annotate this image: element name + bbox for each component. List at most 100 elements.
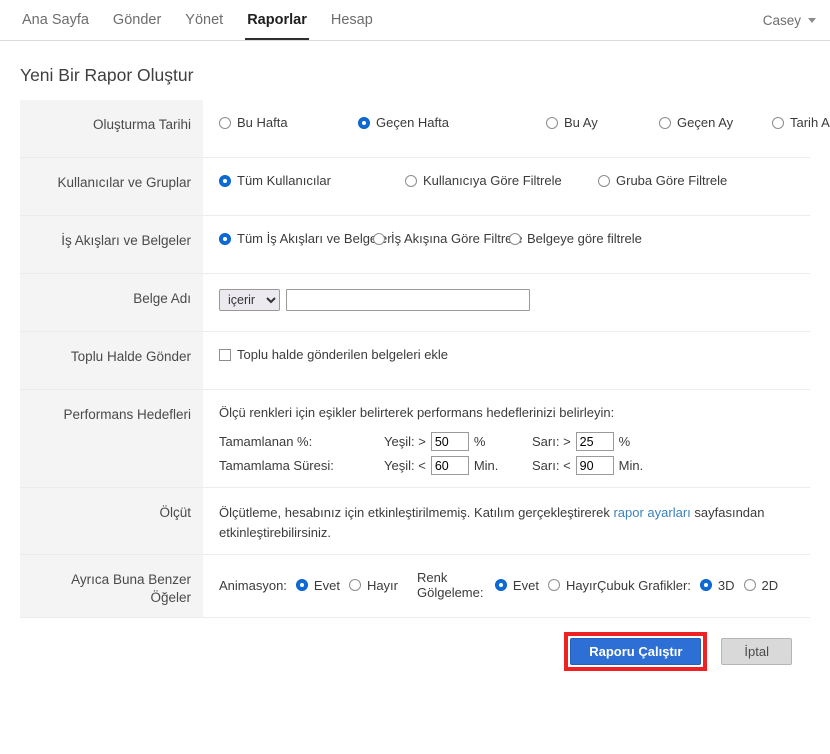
performance-yellow-threshold: Sarı: > % — [532, 432, 810, 451]
radio-icon-selected[interactable] — [219, 174, 231, 187]
radio-label: Geçen Hafta — [376, 115, 449, 130]
document-name-controls: içerir ile başlar ile biter eşittir — [219, 289, 810, 311]
radio-option-color-shading-hayir[interactable]: Hayır — [547, 577, 597, 593]
yellow-prefix-label: Sarı: < — [532, 458, 571, 473]
radio-option-bu-hafta[interactable]: Bu Hafta — [219, 115, 358, 130]
performance-green-threshold: Yeşil: < Min. — [384, 456, 532, 475]
row-label: Toplu Halde Gönder — [20, 332, 203, 389]
radio-label: Evet — [313, 577, 340, 593]
radio-group-workflows-documents: Tüm İş Akışları ve Belgeler İş Akışına G… — [219, 231, 810, 246]
radio-icon-selected[interactable] — [219, 232, 231, 245]
metric-description: Ölçütleme, hesabınız için etkinleştirilm… — [219, 503, 810, 542]
radio-icon-selected[interactable] — [358, 116, 370, 129]
radio-icon[interactable] — [546, 116, 558, 129]
similar-items-options: Animasyon: Evet Hayır Renk Gölgeleme: Ev… — [219, 570, 810, 600]
radio-icon[interactable] — [509, 232, 521, 245]
radio-label: İş Akışına Göre Filtrele — [391, 231, 523, 246]
radio-option-gecen-hafta[interactable]: Geçen Hafta — [358, 115, 546, 130]
form-row-performance-goals: Performans Hedefleri Ölçü renkleri için … — [20, 390, 810, 488]
cancel-button[interactable]: İptal — [721, 638, 792, 666]
radio-icon[interactable] — [348, 579, 361, 591]
nav-item-gonder[interactable]: Gönder — [101, 0, 173, 40]
nav-item-yonet[interactable]: Yönet — [173, 0, 235, 40]
yellow-threshold-input[interactable] — [575, 432, 614, 451]
performance-intro-text: Ölçü renkleri için eşikler belirterek pe… — [219, 405, 615, 420]
checkbox-option-bulk-send[interactable]: Toplu halde gönderilen belgeleri ekle — [219, 347, 448, 362]
radio-label: Geçen Ay — [677, 115, 734, 130]
run-report-button[interactable]: Raporu Çalıştır — [570, 638, 702, 666]
radio-option-bar-charts-3d[interactable]: 3D — [699, 578, 735, 593]
nav-item-hesap[interactable]: Hesap — [319, 0, 385, 40]
row-label: Performans Hedefleri — [20, 390, 203, 487]
radio-label: Tüm İş Akışları ve Belgeler — [237, 231, 392, 246]
nav-item-label: Yönet — [185, 12, 224, 28]
row-field: Tüm Kullanıcılar Kullanıcıya Göre Filtre… — [203, 158, 810, 215]
radio-icon[interactable] — [743, 579, 756, 591]
row-label: Ayrıca Buna Benzer Öğeler — [20, 555, 203, 618]
radio-label: Kullanıcıya Göre Filtrele — [423, 173, 562, 188]
radio-label: Tarih Aralığı — [790, 115, 830, 130]
nav-item-label: Raporlar — [247, 12, 307, 28]
radio-option-color-shading-evet[interactable]: Evet — [494, 577, 539, 593]
row-field: Tüm İş Akışları ve Belgeler İş Akışına G… — [203, 216, 810, 273]
row-field: içerir ile başlar ile biter eşittir — [203, 274, 810, 331]
form-row-bulk-send: Toplu Halde Gönder Toplu halde gönderile… — [20, 332, 810, 390]
nav-item-raporlar[interactable]: Raporlar — [235, 0, 319, 40]
radio-icon-selected[interactable] — [295, 579, 308, 591]
radio-option-belgeye-gore-filtrele[interactable]: Belgeye göre filtrele — [509, 231, 642, 246]
radio-option-gecen-ay[interactable]: Geçen Ay — [659, 115, 772, 130]
user-menu[interactable]: Casey — [763, 0, 830, 40]
green-threshold-input[interactable] — [430, 456, 469, 475]
radio-option-animation-hayir[interactable]: Hayır — [348, 577, 398, 593]
radio-label: Gruba Göre Filtrele — [616, 173, 728, 188]
performance-metric-label: Tamamlama Süresi: — [219, 458, 334, 473]
radio-label: Hayır — [366, 577, 398, 593]
radio-option-bu-ay[interactable]: Bu Ay — [546, 115, 659, 130]
radio-option-bar-charts-2d[interactable]: 2D — [743, 577, 779, 593]
radio-icon[interactable] — [219, 116, 231, 129]
radio-icon[interactable] — [772, 116, 784, 129]
radio-icon-selected[interactable] — [494, 579, 507, 591]
radio-label: Evet — [512, 577, 539, 593]
radio-option-gruba-gore-filtrele[interactable]: Gruba Göre Filtrele — [598, 173, 727, 188]
checkbox-icon[interactable] — [219, 348, 231, 361]
nav-item-label: Ana Sayfa — [22, 12, 89, 28]
document-name-operator-select[interactable]: içerir ile başlar ile biter eşittir — [219, 289, 280, 311]
radio-icon[interactable] — [659, 116, 671, 129]
radio-option-animation-evet[interactable]: Evet — [295, 577, 340, 593]
radio-icon[interactable] — [598, 174, 610, 187]
metric-text-before: Ölçütleme, hesabınız için etkinleştirilm… — [219, 505, 614, 520]
row-field: Ölçü renkleri için eşikler belirterek pe… — [203, 390, 810, 487]
document-name-input[interactable] — [286, 289, 530, 311]
radio-option-is-akisina-gore-filtrele[interactable]: İş Akışına Göre Filtrele — [373, 231, 523, 246]
row-field: Bu Hafta Geçen Hafta Bu Ay Geçen Ay Tari… — [203, 100, 830, 157]
report-form: Oluşturma Tarihi Bu Hafta Geçen Hafta Bu… — [20, 100, 830, 619]
radio-icon-selected[interactable] — [699, 579, 712, 591]
yellow-threshold-input[interactable] — [575, 456, 614, 475]
radio-option-tum-kullanicilar[interactable]: Tüm Kullanıcılar — [219, 173, 405, 188]
radio-icon[interactable] — [547, 579, 560, 591]
top-navigation-bar: Ana Sayfa Gönder Yönet Raporlar Hesap Ca… — [0, 0, 830, 41]
form-row-users-groups: Kullanıcılar ve Gruplar Tüm Kullanıcılar… — [20, 158, 810, 216]
performance-green-threshold: Yeşil: > % — [384, 432, 532, 451]
nav-item-label: Hesap — [330, 12, 373, 28]
row-label: Oluşturma Tarihi — [20, 100, 203, 157]
radio-label: 2D — [761, 577, 779, 593]
radio-group-users-groups: Tüm Kullanıcılar Kullanıcıya Göre Filtre… — [219, 173, 810, 188]
form-row-document-name: Belge Adı içerir ile başlar ile biter eş… — [20, 274, 810, 332]
row-label: Kullanıcılar ve Gruplar — [20, 158, 203, 215]
report-settings-link[interactable]: rapor ayarları — [613, 505, 690, 520]
nav-item-ana-sayfa[interactable]: Ana Sayfa — [10, 0, 101, 40]
green-threshold-input[interactable] — [430, 432, 469, 451]
radio-option-kullaniciya-gore-filtrele[interactable]: Kullanıcıya Göre Filtrele — [405, 173, 598, 188]
checkbox-label: Toplu halde gönderilen belgeleri ekle — [237, 347, 449, 362]
row-label: Ölçüt — [20, 488, 203, 554]
performance-metric-label: Tamamlanan %: — [219, 434, 313, 449]
radio-label: Hayır — [565, 577, 597, 593]
radio-option-tum-is-akislari-ve-belgeler[interactable]: Tüm İş Akışları ve Belgeler — [219, 231, 392, 246]
radio-option-tarih-araligi[interactable]: Tarih Aralığı — [772, 115, 830, 130]
radio-label: Tüm Kullanıcılar — [237, 173, 331, 188]
radio-icon[interactable] — [373, 232, 385, 245]
radio-icon[interactable] — [405, 174, 417, 187]
radio-label: Bu Ay — [564, 115, 598, 130]
